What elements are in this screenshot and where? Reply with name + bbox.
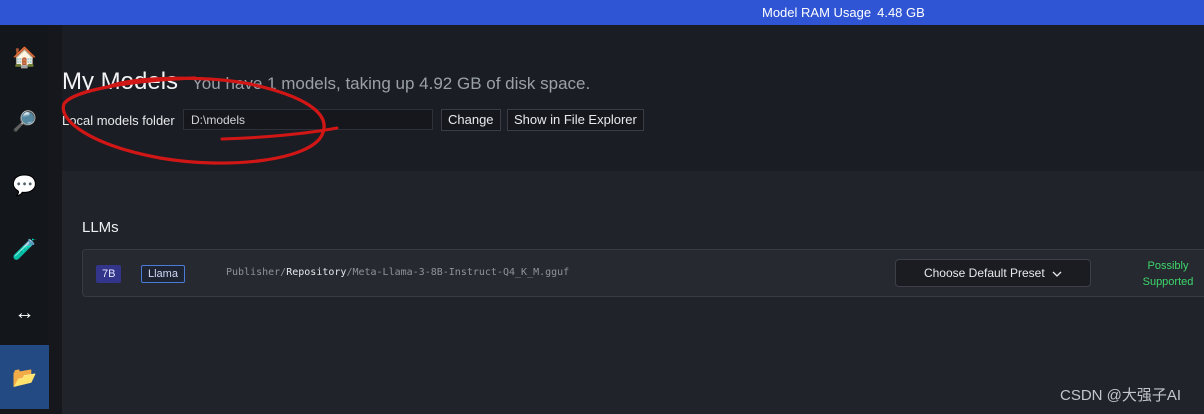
page-subtitle: You have 1 models, taking up 4.92 GB of … <box>192 74 591 93</box>
ram-usage-value: 4.48 GB <box>877 5 925 20</box>
default-preset-label: Choose Default Preset <box>923 266 1045 280</box>
model-ram-usage: Model RAM Usage 4.48 GB <box>762 5 925 20</box>
arrows-icon: ↔ <box>14 301 35 324</box>
sidebar-item-server[interactable]: ↔ <box>0 281 49 345</box>
sidebar-item-search[interactable]: 🔎 <box>0 89 49 153</box>
sidebar-divider <box>49 25 62 414</box>
main-panel: My Models You have 1 models, taking up 4.… <box>62 25 1204 414</box>
compatibility-line-2: Supported <box>1142 276 1194 288</box>
ram-usage-label: Model RAM Usage <box>762 5 872 20</box>
chat-icon: 💬 <box>12 174 37 197</box>
model-publisher: Publisher/ <box>226 267 287 278</box>
llms-section: LLMs 7B Llama Publisher/Repository/Meta-… <box>62 171 1204 414</box>
page-title-text: My Models <box>62 68 179 95</box>
models-folder-label: Local models folder <box>62 113 175 128</box>
compatibility-line-1: Possibly <box>1147 260 1189 272</box>
model-row[interactable]: 7B Llama Publisher/Repository/Meta-Llama… <box>82 249 1204 297</box>
sidebar-item-my-models[interactable]: 📂 <box>0 345 49 409</box>
models-folder-field[interactable] <box>183 109 433 130</box>
model-file-path: Publisher/Repository/Meta-Llama-3-8B-Ins… <box>226 267 569 278</box>
sidebar-item-playground[interactable]: 🧪 <box>0 217 49 281</box>
sidebar-item-home[interactable]: 🏠 <box>0 25 49 89</box>
model-size-badge: 7B <box>96 265 122 283</box>
sidebar-item-chat[interactable]: 💬 <box>0 153 49 217</box>
model-file-name: /Meta-Llama-3-8B-Instruct-Q4_K_M.gguf <box>346 267 570 278</box>
test-tube-icon: 🧪 <box>12 238 37 261</box>
top-status-bar: Model RAM Usage 4.48 GB <box>0 0 1204 25</box>
compatibility-status: Possibly Supported <box>1123 258 1204 290</box>
search-icon: 🔎 <box>12 110 37 133</box>
watermark: CSDN @大强子AI <box>1060 387 1182 404</box>
sidebar: 🏠 🔎 💬 🧪 ↔ 📂 <box>0 25 49 414</box>
default-preset-dropdown[interactable]: Choose Default Preset <box>895 259 1091 287</box>
show-in-explorer-button[interactable]: Show in File Explorer <box>507 109 644 131</box>
page-title: My Models You have 1 models, taking up 4.… <box>62 68 590 96</box>
folder-icon: 📂 <box>12 366 37 389</box>
home-icon: 🏠 <box>12 46 37 69</box>
chevron-down-icon <box>1052 271 1062 277</box>
llms-heading: LLMs <box>82 219 119 236</box>
model-repository: Repository <box>286 267 347 278</box>
model-arch-badge: Llama <box>141 265 185 283</box>
change-folder-button[interactable]: Change <box>441 109 501 131</box>
